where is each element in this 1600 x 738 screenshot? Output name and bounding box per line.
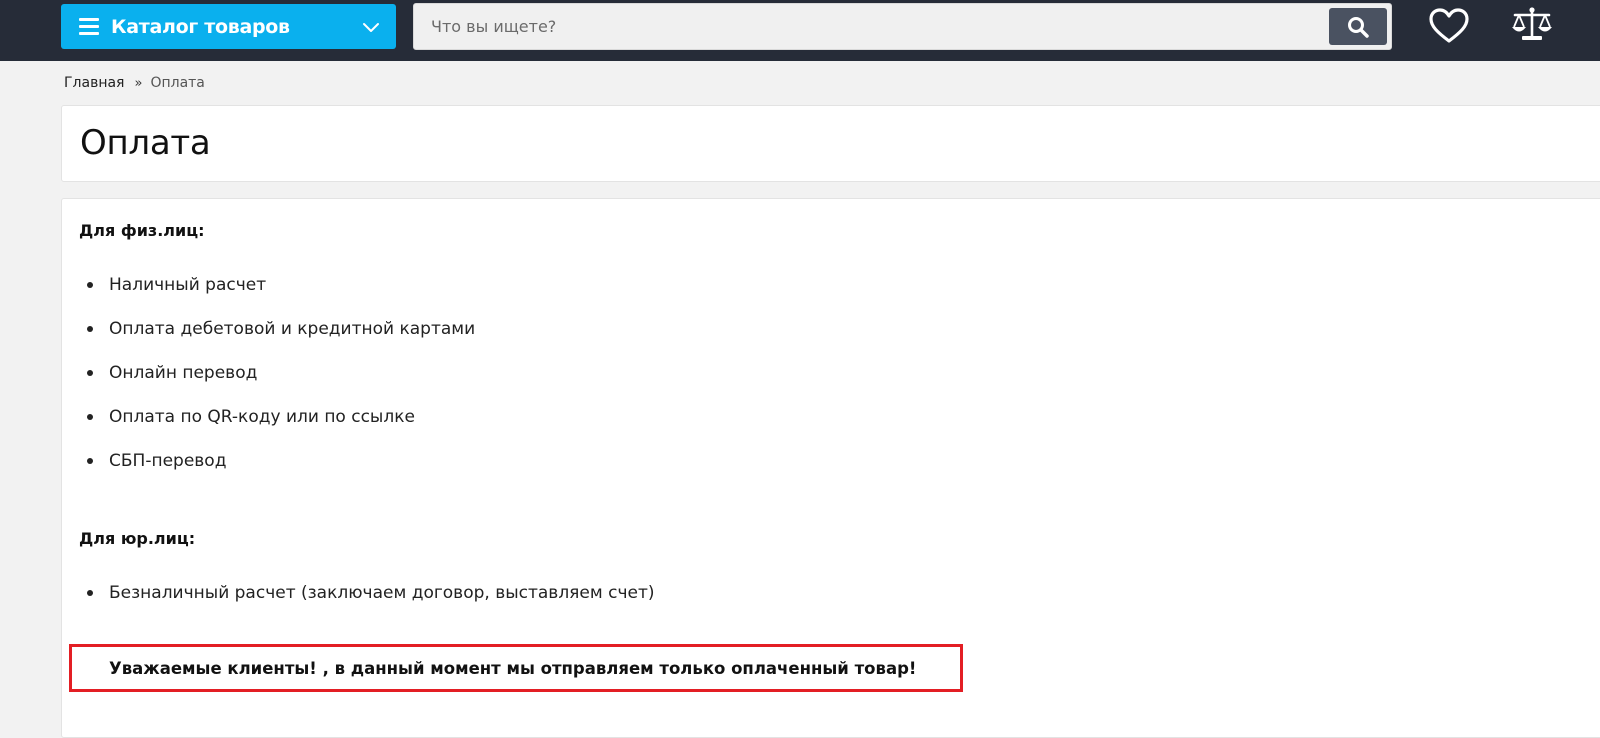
catalog-label: Каталог товаров — [111, 16, 290, 38]
companies-heading: Для юр.лиц: — [79, 529, 196, 548]
list-item: Оплата по QR-коду или по ссылке — [87, 406, 475, 450]
search-input[interactable] — [415, 5, 1325, 48]
list-item: Онлайн перевод — [87, 362, 475, 406]
companies-payment-list: Безналичный расчет (заключаем договор, в… — [87, 582, 655, 626]
list-item: Оплата дебетовой и кредитной картами — [87, 318, 475, 362]
scales-icon[interactable] — [1511, 6, 1553, 42]
list-item: Безналичный расчет (заключаем договор, в… — [87, 582, 655, 626]
payment-content: Для физ.лиц: Наличный расчет Оплата дебе… — [61, 198, 1600, 738]
breadcrumb: Главная » Оплата — [64, 75, 205, 91]
individuals-heading: Для физ.лиц: — [79, 221, 205, 240]
notice-banner: Уважаемые клиенты! , в данный момент мы … — [69, 644, 963, 692]
breadcrumb-home-link[interactable]: Главная — [64, 75, 124, 91]
search-icon — [1348, 16, 1369, 38]
search-box — [413, 3, 1392, 50]
individuals-payment-list: Наличный расчет Оплата дебетовой и креди… — [87, 274, 475, 494]
breadcrumb-separator: » — [134, 75, 143, 91]
breadcrumb-current: Оплата — [150, 75, 205, 91]
list-item: СБП-перевод — [87, 450, 475, 494]
menu-icon — [79, 18, 99, 35]
top-header: Каталог товаров — [0, 0, 1600, 61]
heart-icon[interactable] — [1429, 8, 1469, 44]
chevron-down-icon — [363, 23, 379, 32]
title-card: Оплата — [61, 105, 1600, 182]
catalog-button[interactable]: Каталог товаров — [61, 4, 396, 49]
page-title: Оплата — [80, 123, 211, 163]
list-item: Наличный расчет — [87, 274, 475, 318]
search-button[interactable] — [1329, 8, 1387, 45]
